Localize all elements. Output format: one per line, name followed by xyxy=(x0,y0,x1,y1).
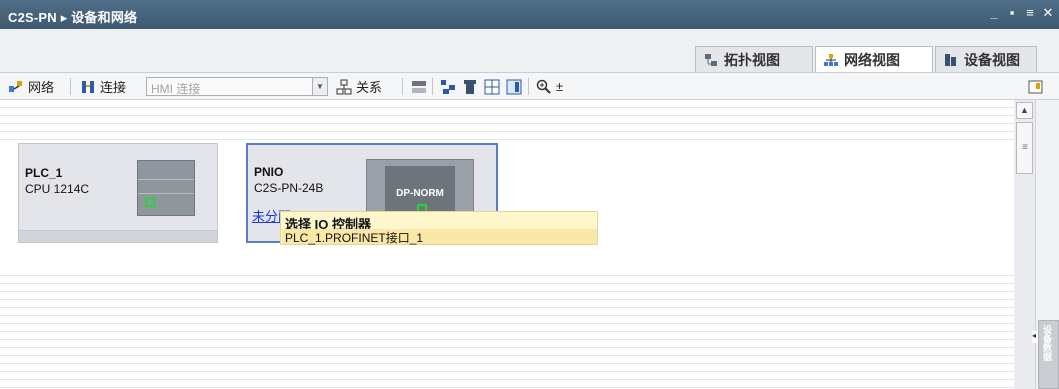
zoom-button[interactable]: ± xyxy=(536,77,563,96)
device-list-icon xyxy=(462,79,478,95)
plc-module-icon xyxy=(137,160,195,216)
panel-icon xyxy=(506,79,522,95)
restore-button[interactable]: ▪ xyxy=(1005,5,1019,21)
network-toolbar: 网络 连接 HMI 连接 ▼ 关系 ± xyxy=(0,72,1059,100)
device-data-sidetab[interactable]: ◂ 设备数据 xyxy=(1032,320,1059,389)
network-label: 网络 xyxy=(28,80,55,95)
view-tabs: 拓扑视图 网络视图 设备视图 xyxy=(0,29,1059,72)
window-controls: _ ▪ ≡ ✕ xyxy=(987,5,1055,21)
device-plc[interactable]: PLC_1 CPU 1214C xyxy=(18,143,218,243)
module-stripe xyxy=(138,193,194,194)
close-button[interactable]: ✕ xyxy=(1041,5,1055,21)
module-stripe xyxy=(138,179,194,180)
tab-device-view[interactable]: 设备视图 xyxy=(935,46,1037,72)
device-type: C2S-PN-24B xyxy=(254,181,324,195)
grid-view-button[interactable] xyxy=(484,77,504,96)
grid-icon xyxy=(484,79,500,95)
toolbar-separator xyxy=(432,78,433,95)
window-title: C2S-PN ▸ 设备和网络 xyxy=(8,10,138,25)
connect-icon xyxy=(80,79,96,95)
toolbar-separator xyxy=(402,78,403,95)
panel-view-button[interactable] xyxy=(506,77,526,96)
topology-icon xyxy=(704,53,718,67)
io-controller-popup: 选择 IO 控制器 PLC_1.PROFINET接口_1 xyxy=(280,211,598,245)
device-footer xyxy=(19,230,217,242)
relations-label: 关系 xyxy=(356,80,383,95)
network-mode-icon xyxy=(8,79,24,95)
connection-type-value: HMI 连接 xyxy=(151,82,201,96)
minimize-button[interactable]: _ xyxy=(987,5,1001,21)
connection-type-select[interactable]: HMI 连接 ▼ xyxy=(146,77,328,96)
toolbar-separator xyxy=(528,78,529,95)
menu-button[interactable]: ≡ xyxy=(1023,5,1037,21)
relations-icon xyxy=(336,79,352,95)
network-icon xyxy=(824,53,838,67)
tab-label: 网络视图 xyxy=(844,51,900,68)
tab-network-view[interactable]: 网络视图 xyxy=(815,46,933,72)
zoom-label: ± xyxy=(556,79,564,94)
show-names-button[interactable] xyxy=(411,77,431,96)
chevron-down-icon[interactable]: ▼ xyxy=(312,78,327,95)
sidetab-label: 设备数据 xyxy=(1042,325,1052,361)
scroll-thumb[interactable]: ≡ xyxy=(1016,122,1033,174)
port-led-icon[interactable] xyxy=(145,197,155,207)
device-list-button[interactable] xyxy=(462,77,482,96)
device-name: PLC_1 xyxy=(25,166,63,180)
panel-toggle-icon xyxy=(1028,79,1044,95)
device-type: CPU 1214C xyxy=(25,182,90,196)
connect-button[interactable]: 连接 xyxy=(80,77,126,96)
zoom-icon xyxy=(536,79,552,95)
address-labels-icon xyxy=(411,79,427,95)
network-overview-button[interactable] xyxy=(440,77,460,96)
vertical-scrollbar[interactable]: ▲ ≡ xyxy=(1014,100,1036,389)
network-overview-icon xyxy=(440,79,456,95)
title-bar: C2S-PN ▸ 设备和网络 _ ▪ ≡ ✕ xyxy=(0,0,1059,29)
device-icon xyxy=(944,53,958,67)
popup-option-profinet[interactable]: PLC_1.PROFINET接口_1 xyxy=(282,229,597,245)
connect-label: 连接 xyxy=(100,80,127,95)
tab-label: 设备视图 xyxy=(964,51,1020,68)
grip-icon: ≡ xyxy=(1022,142,1028,153)
network-button[interactable]: 网络 xyxy=(8,77,54,96)
toggle-panel-button[interactable] xyxy=(1028,77,1048,96)
toolbar-separator xyxy=(70,78,71,95)
relations-button[interactable]: 关系 xyxy=(336,77,382,96)
scroll-up-icon[interactable]: ▲ xyxy=(1016,102,1033,119)
tab-topology-view[interactable]: 拓扑视图 xyxy=(695,46,813,72)
device-name: PNIO xyxy=(254,165,284,179)
chevron-left-icon[interactable]: ◂ xyxy=(1032,331,1038,343)
tab-label: 拓扑视图 xyxy=(724,51,780,68)
